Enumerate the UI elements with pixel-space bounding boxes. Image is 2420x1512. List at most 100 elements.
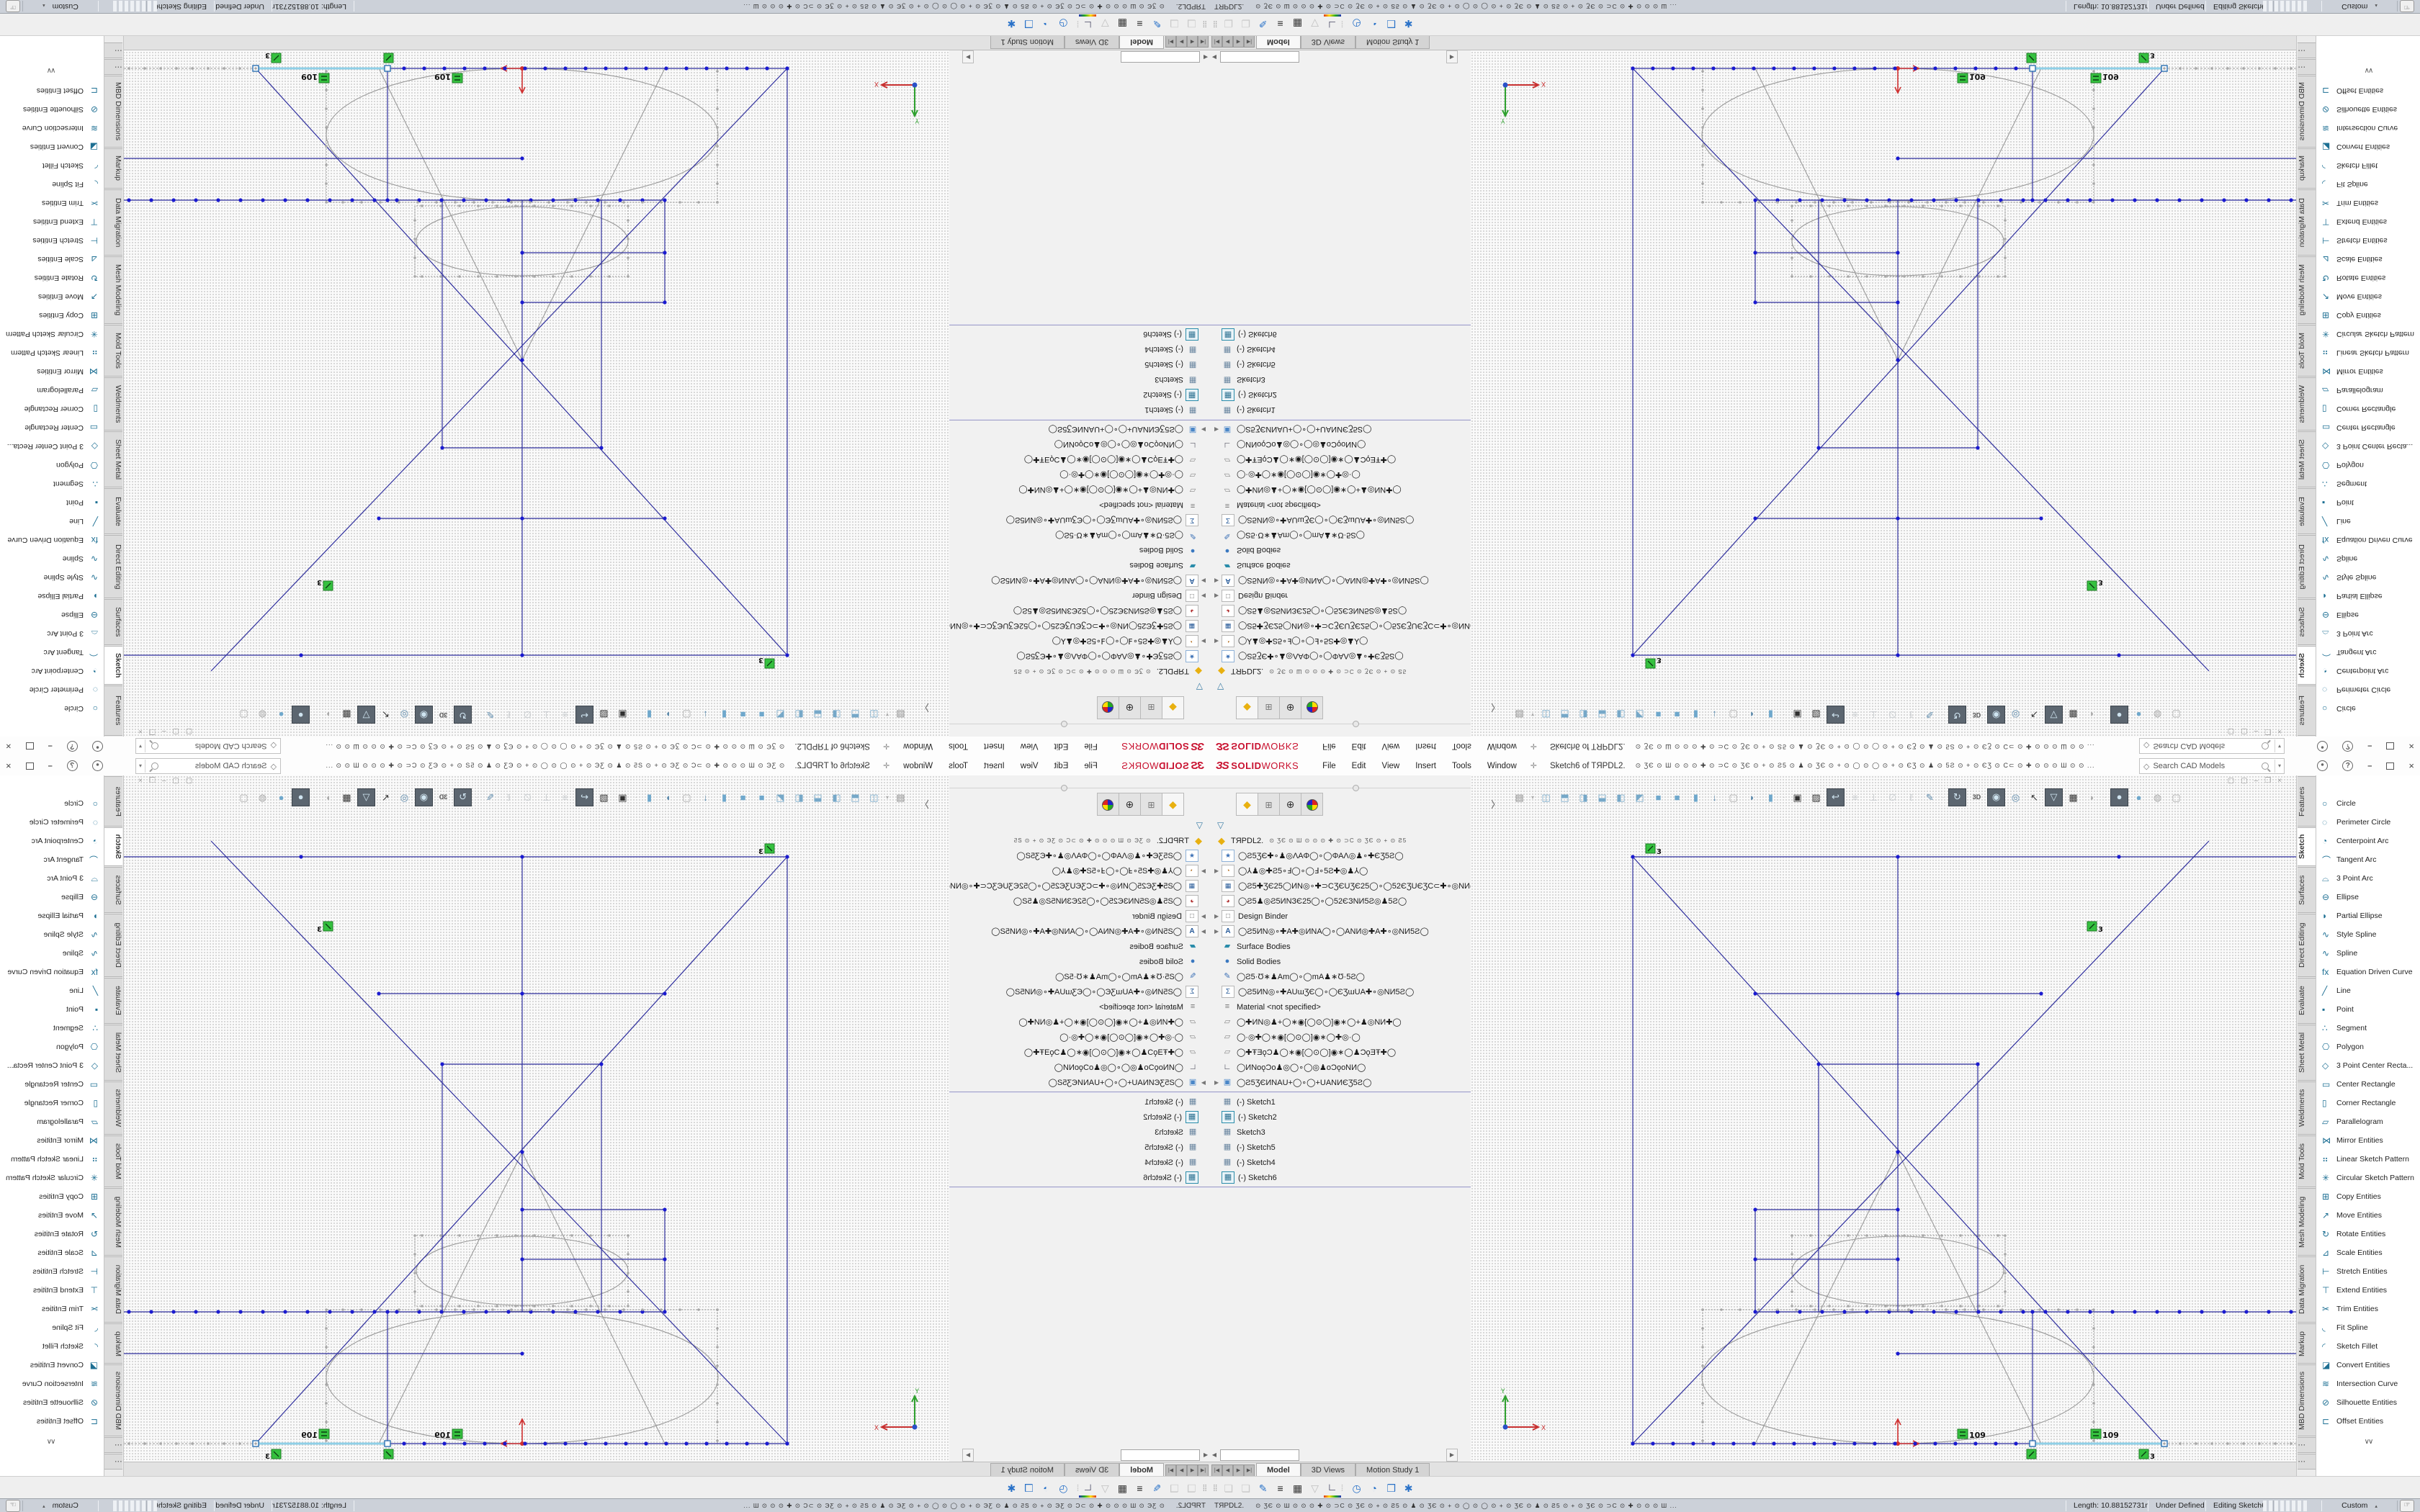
drag-handle[interactable]: ⣿ xyxy=(1213,1484,1217,1492)
minimize-button[interactable]: – xyxy=(2367,762,2372,770)
tree-item-11[interactable]: ≡Material <not specified> xyxy=(949,999,1210,1014)
tab-nav-buttons[interactable]: |◀◀▶▶| xyxy=(1165,1464,1209,1477)
restore-button[interactable] xyxy=(2386,762,2394,770)
tree-item-15[interactable]: ∟◯ИNoǫƆo♟◎◯∘◯◎♟oƆǫoNИ◯ xyxy=(949,1060,1210,1075)
tool-equation-driven-curve[interactable]: fxEquation Driven Curve xyxy=(0,531,104,549)
graphics-area[interactable]: 〉 ▢▢–❐× ▤▾◫⬒◨⬓◧◩■■▮↓▢◗▮·▣▨↩≡⊥∅ℓ✎·↻3D◉◎↖▽… xyxy=(124,50,949,737)
tree-item-19[interactable]: ▦Sketch3 xyxy=(1210,1125,1471,1140)
tool-convert-entities[interactable]: ◪Convert Entities xyxy=(2316,1356,2420,1374)
tab-data-migration[interactable]: Data Migration xyxy=(2298,189,2316,256)
menu-edit[interactable]: Edit xyxy=(1047,737,1077,756)
splitter-handle[interactable] xyxy=(1061,785,1067,791)
tree-item-0[interactable]: ◆TЯPDL2.⊙ ƷЄ ⊙ Ш ⊙ ⊙ ⊙ ✚ ⊙ ⊃C ⊙ ƷЄ ⊙ + ⊙… xyxy=(1210,664,1471,679)
minimize-button[interactable]: – xyxy=(48,742,53,751)
tool-spline[interactable]: ∿Spline xyxy=(2316,944,2420,963)
tab-⋮[interactable]: ⋮ xyxy=(104,59,122,75)
tree-item-17[interactable]: ▦(-) Sketch1 xyxy=(1210,1094,1471,1110)
tab-features[interactable]: Features xyxy=(104,685,122,736)
tree-item-14[interactable]: ▱◯✚ŦƎǫƆ♟◯∗◉[◯⊙◯]◉∗◯♟ƆǫƎŦ✚◯ xyxy=(949,1045,1210,1060)
layers-icon[interactable]: ≡ xyxy=(1131,16,1148,33)
drag-handle[interactable]: ⣿ xyxy=(1203,1484,1207,1492)
tag-icon[interactable]: ☞ xyxy=(2400,1500,2414,1512)
tool-centerpoint-arc[interactable]: ◔Centerpoint Arc xyxy=(0,832,104,850)
tab-sheet-metal[interactable]: Sheet Metal xyxy=(2298,431,2316,487)
tool-center-rectangle[interactable]: ▭Center Rectangle xyxy=(2316,418,2420,437)
tool-convert-entities[interactable]: ◪Convert Entities xyxy=(2316,138,2420,156)
tab-sheet-metal[interactable]: Sheet Metal xyxy=(104,1025,122,1081)
tree-item-5[interactable]: ▶□Design Binder xyxy=(949,909,1210,924)
tree-filter-input[interactable] xyxy=(1220,1449,1299,1461)
tree-item-3[interactable]: ▦◯Ƨ5✚ƷЄ25◯ИN◎∘✚⊃CƷЄUƷЄ25◯∘◯52ЄƷUЄƷC⊂✚∘◎N… xyxy=(949,878,1210,894)
clock-icon[interactable]: ◷ xyxy=(1348,1480,1366,1497)
close-button[interactable]: × xyxy=(2408,760,2414,771)
tree-item-2[interactable]: ▶◔◯⅄♟◎✚Ƨ5∘Ⅎ◯∘◯Ⅎ∘5Ƨ✚◎♟⅄◯ xyxy=(1210,634,1471,649)
tab-⋮[interactable]: ⋮ xyxy=(104,42,122,58)
tab-mold-tools[interactable]: Mold Tools xyxy=(104,1135,122,1187)
tab-configurations[interactable]: ⊕ xyxy=(1280,793,1301,816)
tool-extend-entities[interactable]: ⊤Extend Entities xyxy=(0,1281,104,1300)
tab-propertymanager[interactable]: ⊞ xyxy=(1140,793,1162,816)
tool-offset-entities[interactable]: ⊏Offset Entities xyxy=(0,81,104,100)
tool-equation-driven-curve[interactable]: fxEquation Driven Curve xyxy=(0,963,104,981)
menu-tools[interactable]: Tools xyxy=(1444,757,1479,775)
tree-item-6[interactable]: ▶A◯Ƨ5ИN◎∘✚А✚◎ИNΑ◯∘◯ΑNИ◎✚А✚∘◎NИ5Ƨ◯ xyxy=(949,573,1210,588)
tree-item-6[interactable]: ▶A◯Ƨ5ИN◎∘✚А✚◎ИNΑ◯∘◯ΑNИ◎✚А✚∘◎NИ5Ƨ◯ xyxy=(1210,924,1471,939)
pin-icon[interactable]: ✛ xyxy=(1531,742,1537,751)
expand-icon[interactable]: ▶ xyxy=(1198,928,1206,935)
filter-icon[interactable]: ▽ xyxy=(1096,1480,1113,1497)
tool-partial-ellipse[interactable]: ◗Partial Ellipse xyxy=(2316,587,2420,606)
sheet-icon[interactable]: ❏ xyxy=(1183,16,1200,33)
tab-markup[interactable]: Markup xyxy=(104,148,122,189)
scroll-left-icon[interactable]: ◀ xyxy=(1210,1449,1219,1461)
tool-move-entities[interactable]: ↗Move Entities xyxy=(2316,287,2420,306)
tab-appearances[interactable] xyxy=(1097,793,1119,816)
menu-file[interactable]: File xyxy=(1076,757,1106,775)
menu-window[interactable]: Window xyxy=(895,757,941,775)
search-icon[interactable] xyxy=(2262,742,2269,750)
close-button[interactable]: × xyxy=(6,741,12,752)
tool-parallelogram[interactable]: ▱Parallelogram xyxy=(2316,1112,2420,1131)
tree-item-20[interactable]: ▦(-) Sketch5 xyxy=(949,357,1210,372)
tab-mbd-dimensions[interactable]: MBD Dimensions xyxy=(2298,76,2316,148)
expand-icon[interactable]: ▶ xyxy=(1214,426,1222,433)
tool-scale-entities[interactable]: ⊿Scale Entities xyxy=(0,250,104,269)
tag-icon[interactable]: ☞ xyxy=(2400,0,2414,12)
tool-rotate-entities[interactable]: ↻Rotate Entities xyxy=(0,269,104,287)
tree-item-1[interactable]: ★◯Ƨ5ƷЄ✚∘♟◎ΛΑΦ◯∘◯ΦΑΛ◎♟∘✚ЄƷ5Ƨ◯ xyxy=(1210,649,1471,664)
tree-item-11[interactable]: ≡Material <not specified> xyxy=(1210,498,1471,513)
search-icon[interactable] xyxy=(151,742,158,750)
drag-handle[interactable]: ⣿ xyxy=(1213,20,1217,28)
tool-copy-entities[interactable]: ⊞Copy Entities xyxy=(0,1187,104,1206)
tree-item-13[interactable]: ▱◯·◎✚◯∗◉[◯⊙◯]◉∗◯✚◎·◯ xyxy=(949,1030,1210,1045)
clock-icon[interactable]: ◷ xyxy=(1348,16,1366,33)
tree-filter-input[interactable] xyxy=(1121,1449,1200,1461)
menu-insert[interactable]: Insert xyxy=(976,737,1013,756)
sheet-icon[interactable]: ❏ xyxy=(1237,16,1255,33)
tab-evaluate[interactable]: Evaluate xyxy=(2298,978,2316,1024)
tree-item-14[interactable]: ▱◯✚ŦƎǫƆ♟◯∗◉[◯⊙◯]◉∗◯♟ƆǫƎŦ✚◯ xyxy=(949,452,1210,467)
gear-icon[interactable]: ✱ xyxy=(1400,16,1417,33)
tool-line[interactable]: ╱Line xyxy=(2316,981,2420,1000)
filter-icon[interactable]: ▽ xyxy=(1217,682,1224,692)
close-button[interactable]: × xyxy=(6,760,12,771)
tool-equation-driven-curve[interactable]: fxEquation Driven Curve xyxy=(2316,531,2420,549)
tool-corner-rectangle[interactable]: ▯Corner Rectangle xyxy=(0,400,104,418)
folder-icon[interactable]: ❒ xyxy=(1020,1480,1037,1497)
tree-item-4[interactable]: ◕◯Ƨ5♟◎Ƨ5ИNЗЄ25◯∘◯52ЄЗNИ5Ƨ◎♟5Ƨ◯ xyxy=(1210,603,1471,618)
tool-circle[interactable]: ○Circle xyxy=(2316,794,2420,813)
layers-icon[interactable]: ≡ xyxy=(1131,1480,1148,1497)
tool-fit-spline[interactable]: ◟Fit Spline xyxy=(0,1318,104,1337)
search-dropdown-icon[interactable]: ▾ xyxy=(2275,760,2284,773)
tool-rotate-entities[interactable]: ↻Rotate Entities xyxy=(2316,269,2420,287)
tab-features[interactable]: Features xyxy=(2298,685,2316,736)
tool-line[interactable]: ╱Line xyxy=(0,981,104,1000)
tab-mbd-dimensions[interactable]: MBD Dimensions xyxy=(104,1364,122,1436)
tab-propertymanager[interactable]: ⊞ xyxy=(1140,696,1162,719)
tool-mirror-entities[interactable]: ⋈Mirror Entities xyxy=(0,1131,104,1150)
search-dropdown-icon[interactable]: ▾ xyxy=(136,760,145,773)
tab-surfaces[interactable]: Surfaces xyxy=(104,867,122,913)
tab-direct-editing[interactable]: Direct Editing xyxy=(2298,535,2316,598)
help-icon[interactable]: ? xyxy=(67,760,78,771)
tab-propertymanager[interactable]: ⊞ xyxy=(1258,696,1280,719)
tool-scale-entities[interactable]: ⊿Scale Entities xyxy=(2316,1243,2420,1262)
